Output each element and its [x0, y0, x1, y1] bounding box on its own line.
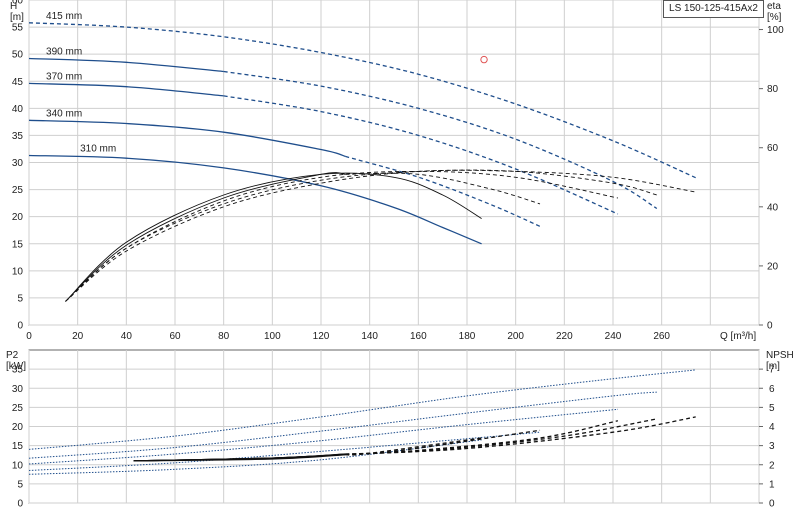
x-tick-label: 140: [361, 331, 378, 342]
x-axis-label: Q [m³/h]: [720, 331, 756, 342]
power-tick-label: 30: [12, 384, 24, 395]
head-tick-label: 30: [12, 158, 24, 169]
x-tick-label: 160: [410, 331, 427, 342]
head-tick-label: 50: [12, 50, 24, 61]
x-tick-label: 240: [605, 331, 622, 342]
chart-svg: 0 20 40 60 80 100 120 140 160 180 200 220 240 260 Q [m…: [6, 0, 794, 510]
head-tick-label: 20: [12, 212, 24, 223]
npsh-tick-label: 4: [769, 422, 775, 433]
head-tick-label: 35: [12, 131, 24, 142]
x-tick-label: 120: [313, 331, 330, 342]
power-tick-label: 15: [12, 441, 24, 452]
eta-tick-label: 40: [767, 202, 779, 213]
eta-tick-label: 20: [767, 261, 779, 272]
x-tick-label: 40: [121, 331, 133, 342]
head-curve-label: 340 mm: [46, 108, 82, 119]
eta-tick-label: 60: [767, 143, 779, 154]
head-tick-label: 10: [12, 266, 24, 277]
head-tick-label: 40: [12, 104, 24, 115]
power-tick-label: 5: [17, 479, 23, 490]
head-tick-label: 25: [12, 185, 24, 196]
model-label: LS 150-125-415Ax2: [663, 0, 764, 18]
power-tick-label: 20: [12, 422, 24, 433]
eta-axis-label: eta: [767, 1, 781, 12]
head-tick-label: 55: [12, 23, 24, 34]
power-tick-label: 25: [12, 403, 24, 414]
npsh-tick-label: 1: [769, 479, 775, 490]
npsh-axis-label: [m]: [766, 361, 780, 372]
head-curve-label: 310 mm: [80, 143, 116, 154]
head-tick-label: 5: [17, 293, 23, 304]
npsh-tick-label: 6: [769, 384, 775, 395]
head-tick-label: 0: [17, 321, 23, 332]
x-tick-label: 180: [459, 331, 476, 342]
npsh-tick-label: 0: [769, 499, 775, 510]
eta-tick-label: 0: [767, 321, 773, 332]
head-curve-label: 390 mm: [46, 47, 82, 58]
head-axis-label: [m]: [10, 12, 24, 23]
npsh-tick-label: 2: [769, 460, 775, 471]
power-axis-label: P2: [6, 350, 19, 361]
head-tick-label: 45: [12, 77, 24, 88]
head-curve-label: 415 mm: [46, 11, 82, 22]
power-axis-label: [kW]: [6, 361, 26, 372]
head-axis-label: H: [10, 1, 17, 12]
x-tick-label: 260: [653, 331, 670, 342]
head-curve-label: 370 mm: [46, 71, 82, 82]
npsh-axis-label: NPSH: [766, 350, 794, 361]
npsh-tick-label: 5: [769, 403, 775, 414]
x-tick-label: 80: [218, 331, 230, 342]
x-tick-label: 60: [169, 331, 181, 342]
eta-tick-label: 80: [767, 84, 779, 95]
x-tick-label: 220: [556, 331, 573, 342]
pump-curve-chart: LS 150-125-415Ax2 0 20 40 60 80 100 120 140 160 1…: [0, 0, 800, 520]
x-tick-label: 100: [264, 331, 281, 342]
x-tick-label: 0: [26, 331, 32, 342]
power-tick-label: 0: [17, 499, 23, 510]
eta-tick-label: 100: [767, 25, 784, 36]
eta-axis-label: [%]: [767, 12, 782, 23]
power-tick-label: 10: [12, 460, 24, 471]
x-tick-label: 200: [507, 331, 524, 342]
x-tick-label: 20: [72, 331, 84, 342]
npsh-tick-label: 3: [769, 441, 775, 452]
head-tick-label: 15: [12, 239, 24, 250]
